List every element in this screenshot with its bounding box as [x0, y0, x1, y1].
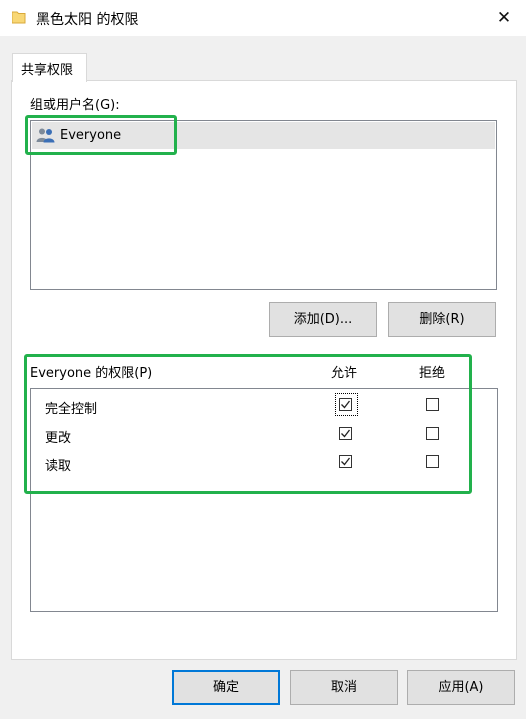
- folder-icon: [12, 11, 26, 24]
- permissions-list: [30, 388, 498, 612]
- title-bar: 黑色太阳 的权限 ✕: [0, 0, 526, 36]
- ok-button[interactable]: 确定: [172, 670, 280, 705]
- allow-change-checkbox[interactable]: [339, 427, 352, 440]
- check-icon: [341, 429, 351, 438]
- list-item-label: Everyone: [60, 128, 122, 143]
- groups-listbox[interactable]: Everyone: [30, 120, 497, 290]
- deny-full-control-checkbox[interactable]: [426, 398, 439, 411]
- deny-column-label: 拒绝: [419, 366, 446, 381]
- permissions-header: Everyone 的权限(P): [30, 366, 153, 381]
- list-item-everyone[interactable]: Everyone: [32, 122, 495, 149]
- cancel-button[interactable]: 取消: [290, 670, 398, 705]
- add-button[interactable]: 添加(D)...: [269, 302, 377, 337]
- deny-change-checkbox[interactable]: [426, 427, 439, 440]
- check-icon: [341, 457, 351, 466]
- close-icon[interactable]: ✕: [494, 8, 514, 28]
- apply-button[interactable]: 应用(A): [407, 670, 515, 705]
- users-icon: [36, 128, 55, 143]
- allow-full-control-checkbox[interactable]: [339, 398, 352, 411]
- tab-share-permissions[interactable]: 共享权限: [12, 53, 87, 82]
- allow-read-checkbox[interactable]: [339, 455, 352, 468]
- permission-row-label: 更改: [45, 431, 72, 446]
- permission-row-label: 读取: [45, 459, 72, 474]
- groups-label: 组或用户名(G):: [30, 98, 120, 113]
- permission-row-label: 完全控制: [45, 402, 98, 417]
- tab-label: 共享权限: [21, 63, 74, 78]
- window-title: 黑色太阳 的权限: [36, 12, 139, 28]
- deny-read-checkbox[interactable]: [426, 455, 439, 468]
- check-icon: [341, 400, 351, 409]
- allow-column-label: 允许: [331, 366, 358, 381]
- remove-button[interactable]: 删除(R): [388, 302, 496, 337]
